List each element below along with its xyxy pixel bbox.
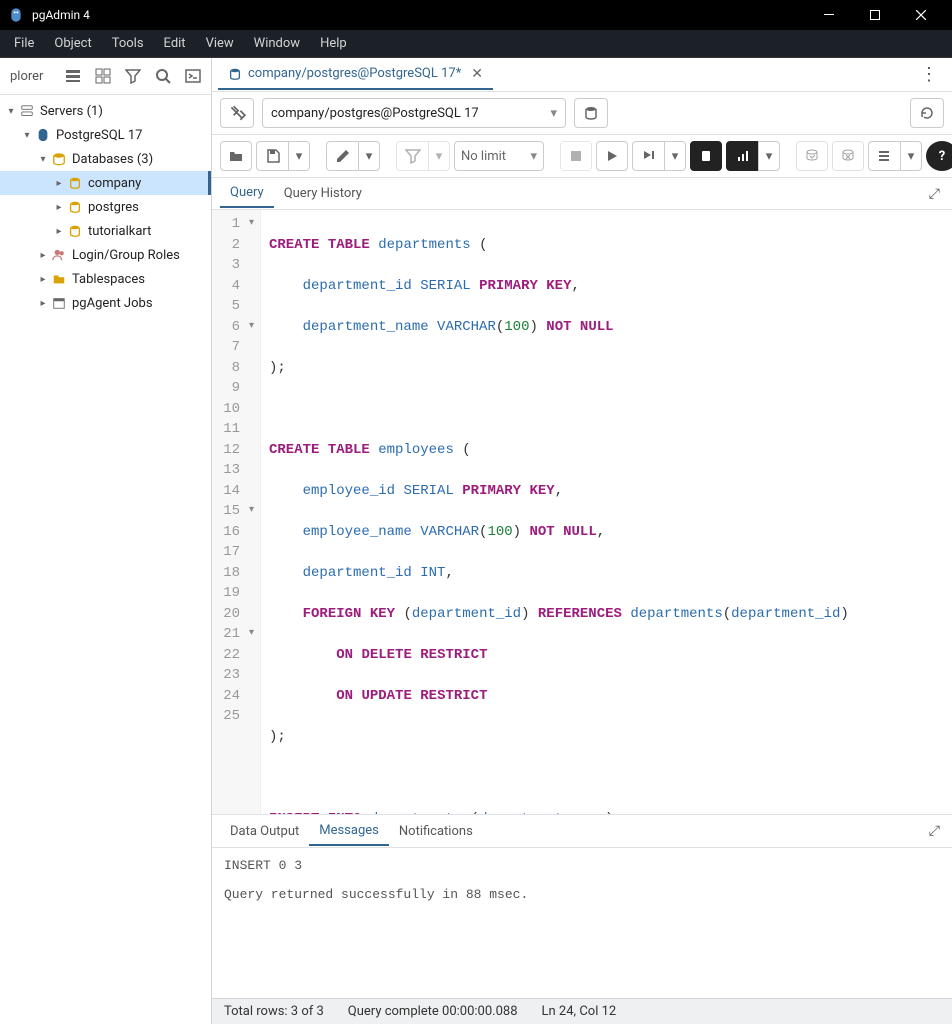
rollback-button[interactable] bbox=[832, 141, 864, 171]
menu-view[interactable]: View bbox=[196, 32, 244, 55]
tab-history[interactable]: Query History bbox=[274, 180, 372, 207]
tab-close-icon[interactable]: ✕ bbox=[471, 66, 483, 82]
filter-dropdown[interactable]: ▾ bbox=[428, 141, 450, 171]
commit-button[interactable] bbox=[796, 141, 828, 171]
connection-db-button[interactable] bbox=[574, 98, 608, 128]
menu-tools[interactable]: Tools bbox=[102, 32, 154, 55]
tab-query[interactable]: Query bbox=[220, 179, 274, 208]
open-file-button[interactable] bbox=[220, 141, 252, 171]
tab-data-output[interactable]: Data Output bbox=[220, 818, 309, 845]
query-tabs: Query Query History ⤢ bbox=[212, 178, 952, 210]
explorer-title: plorer bbox=[4, 65, 57, 88]
limit-select[interactable]: No limit▾ bbox=[454, 141, 544, 171]
reset-layout-button[interactable] bbox=[910, 98, 944, 128]
connection-status-icon[interactable] bbox=[220, 98, 254, 128]
explorer-search-icon[interactable] bbox=[149, 62, 177, 90]
menu-object[interactable]: Object bbox=[44, 32, 101, 55]
expand-editor-icon[interactable]: ⤢ bbox=[925, 186, 944, 202]
tree-db-tk[interactable]: ▸ tutorialkart bbox=[0, 219, 211, 243]
help-button[interactable]: ? bbox=[926, 141, 952, 171]
tree-db-postgres[interactable]: ▸ postgres bbox=[0, 195, 211, 219]
expand-output-icon[interactable]: ⤢ bbox=[925, 823, 944, 839]
explorer-properties-icon[interactable] bbox=[59, 62, 87, 90]
connection-label: company/postgres@PostgreSQL 17 bbox=[271, 106, 479, 121]
filter-button[interactable] bbox=[396, 141, 428, 171]
object-explorer: plorer ▾ Servers (1) ▾ PostgreSQL 17 ▾ D… bbox=[0, 58, 212, 1024]
titlebar: pgAdmin 4 bbox=[0, 0, 952, 30]
edit-dropdown[interactable]: ▾ bbox=[358, 141, 380, 171]
tree-servers[interactable]: ▾ Servers (1) bbox=[0, 99, 211, 123]
tree-tablespaces[interactable]: ▸ Tablespaces bbox=[0, 267, 211, 291]
tab-messages[interactable]: Messages bbox=[309, 817, 389, 846]
menu-file[interactable]: File bbox=[4, 32, 44, 55]
explorer-terminal-icon[interactable] bbox=[179, 62, 207, 90]
menu-window[interactable]: Window bbox=[244, 32, 310, 55]
tree-db-company[interactable]: ▸ company bbox=[0, 171, 211, 195]
explain-analyze-button[interactable] bbox=[726, 141, 758, 171]
close-button[interactable] bbox=[898, 0, 944, 30]
tree-login-roles[interactable]: ▸ Login/Group Roles bbox=[0, 243, 211, 267]
execute-button[interactable] bbox=[596, 141, 628, 171]
menubar: File Object Tools Edit View Window Help bbox=[0, 30, 952, 58]
editor-tabbar: company/postgres@PostgreSQL 17* ✕ ⋮ bbox=[212, 58, 952, 92]
tree: ▾ Servers (1) ▾ PostgreSQL 17 ▾ Database… bbox=[0, 95, 211, 1024]
execute-dropdown[interactable]: ▾ bbox=[664, 141, 686, 171]
explain-dropdown[interactable]: ▾ bbox=[758, 141, 780, 171]
explain-button[interactable] bbox=[690, 141, 722, 171]
code-area[interactable]: CREATE TABLE departments ( department_id… bbox=[261, 210, 857, 814]
editor-tab[interactable]: company/postgres@PostgreSQL 17* ✕ bbox=[218, 60, 493, 90]
save-dropdown[interactable]: ▾ bbox=[288, 141, 310, 171]
editor-panel: company/postgres@PostgreSQL 17* ✕ ⋮ comp… bbox=[212, 58, 952, 1024]
sql-editor[interactable]: 1▾ 2 3 4 5 6▾ 7 8 9 10 11 12 13 14 15▾ 1… bbox=[212, 210, 952, 814]
connection-select[interactable]: company/postgres@PostgreSQL 17 ▾ bbox=[262, 98, 566, 128]
tree-databases[interactable]: ▾ Databases (3) bbox=[0, 147, 211, 171]
maximize-button[interactable] bbox=[852, 0, 898, 30]
edit-button[interactable] bbox=[326, 141, 358, 171]
tree-pg17[interactable]: ▾ PostgreSQL 17 bbox=[0, 123, 211, 147]
save-button[interactable] bbox=[256, 141, 288, 171]
minimize-button[interactable] bbox=[806, 0, 852, 30]
chevron-down-icon: ▾ bbox=[550, 106, 557, 121]
tab-notifications[interactable]: Notifications bbox=[389, 818, 483, 845]
messages-output: INSERT 0 3 Query returned successfully i… bbox=[212, 848, 952, 998]
explorer-filter-icon[interactable] bbox=[119, 62, 147, 90]
database-icon bbox=[228, 67, 242, 81]
tab-menu-icon[interactable]: ⋮ bbox=[912, 64, 946, 85]
status-timing: Query complete 00:00:00.088 bbox=[348, 1004, 518, 1019]
status-rows: Total rows: 3 of 3 bbox=[224, 1004, 324, 1019]
tree-pgagent[interactable]: ▸ pgAgent Jobs bbox=[0, 291, 211, 315]
menu-edit[interactable]: Edit bbox=[154, 32, 196, 55]
connection-row: company/postgres@PostgreSQL 17 ▾ bbox=[212, 92, 952, 135]
status-bar: Total rows: 3 of 3 Query complete 00:00:… bbox=[212, 998, 952, 1024]
stop-button[interactable] bbox=[560, 141, 592, 171]
status-cursor: Ln 24, Col 12 bbox=[542, 1004, 617, 1019]
output-tabs: Data Output Messages Notifications ⤢ bbox=[212, 814, 952, 848]
query-toolbar: ▾ ▾ ▾ No limit▾ ▾ ▾ bbox=[212, 135, 952, 178]
macros-dropdown[interactable]: ▾ bbox=[900, 141, 922, 171]
explorer-grid-icon[interactable] bbox=[89, 62, 117, 90]
line-gutter: 1▾ 2 3 4 5 6▾ 7 8 9 10 11 12 13 14 15▾ 1… bbox=[212, 210, 261, 814]
execute-cursor-button[interactable] bbox=[632, 141, 664, 171]
menu-help[interactable]: Help bbox=[310, 32, 357, 55]
output-line2: Query returned successfully in 88 msec. bbox=[224, 887, 940, 902]
app-icon bbox=[8, 7, 24, 23]
window-title: pgAdmin 4 bbox=[32, 8, 806, 22]
macros-button[interactable] bbox=[868, 141, 900, 171]
tab-label: company/postgres@PostgreSQL 17* bbox=[248, 66, 461, 81]
output-line1: INSERT 0 3 bbox=[224, 858, 940, 873]
